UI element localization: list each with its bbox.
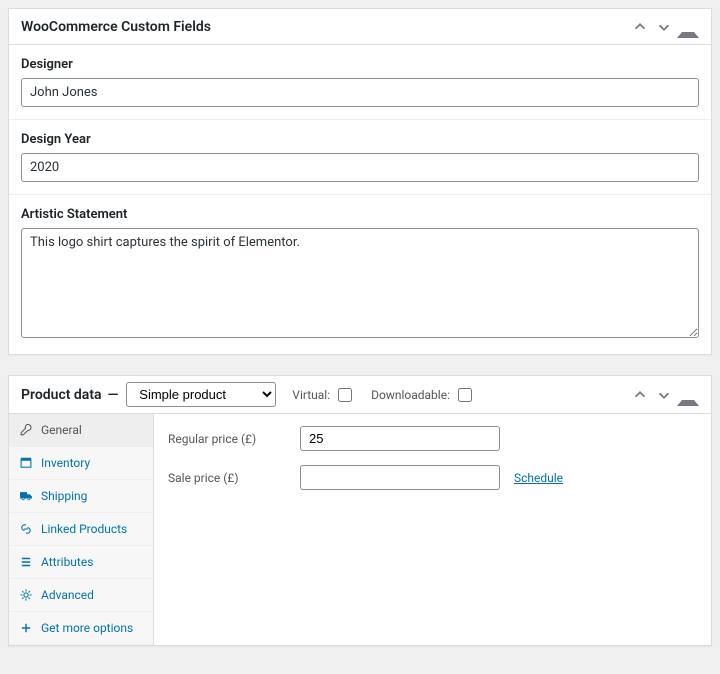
regular-price-row: Regular price (£)	[168, 426, 697, 451]
virtual-label: Virtual:	[292, 388, 330, 402]
truck-icon	[19, 489, 33, 503]
virtual-checkbox-group[interactable]: Virtual:	[292, 385, 355, 405]
designer-input[interactable]	[21, 78, 699, 107]
product-data-title: Product data—	[21, 387, 118, 403]
toggle-panel-icon[interactable]	[677, 16, 699, 38]
artistic-statement-field: Artistic Statement	[9, 194, 711, 354]
tab-attributes[interactable]: Attributes	[9, 546, 153, 579]
regular-price-label: Regular price (£)	[168, 432, 286, 446]
sale-price-row: Sale price (£) Schedule	[168, 465, 697, 490]
design-year-field: Design Year	[9, 119, 711, 194]
downloadable-label: Downloadable:	[371, 388, 450, 402]
schedule-link[interactable]: Schedule	[514, 471, 563, 485]
product-data-header: Product data— Simple product Virtual: Do…	[9, 376, 711, 414]
downloadable-checkbox-group[interactable]: Downloadable:	[371, 385, 475, 405]
tab-advanced[interactable]: Advanced	[9, 579, 153, 612]
designer-label: Designer	[21, 57, 699, 72]
artistic-statement-label: Artistic Statement	[21, 207, 699, 222]
gear-icon	[19, 588, 33, 602]
virtual-checkbox[interactable]	[338, 388, 352, 402]
tab-general[interactable]: General	[9, 414, 153, 447]
product-data-panel: Product data— Simple product Virtual: Do…	[8, 375, 712, 646]
sale-price-label: Sale price (£)	[168, 471, 286, 485]
custom-fields-title: WooCommerce Custom Fields	[21, 11, 211, 43]
wrench-icon	[19, 423, 33, 437]
product-data-body: General Inventory Shipping Linked Produc…	[9, 414, 711, 645]
product-data-tabs: General Inventory Shipping Linked Produc…	[9, 414, 154, 645]
tab-get-more-options[interactable]: Get more options	[9, 612, 153, 645]
custom-fields-panel: WooCommerce Custom Fields Designer Desig…	[8, 8, 712, 355]
downloadable-checkbox[interactable]	[458, 388, 472, 402]
tab-linked-products[interactable]: Linked Products	[9, 513, 153, 546]
list-icon	[19, 555, 33, 569]
regular-price-input[interactable]	[300, 426, 500, 451]
plus-icon	[19, 621, 33, 635]
general-panel: Regular price (£) Sale price (£) Schedul…	[154, 414, 711, 645]
move-down-icon[interactable]	[653, 16, 675, 38]
design-year-input[interactable]	[21, 153, 699, 182]
link-icon	[19, 522, 33, 536]
toggle-panel-icon[interactable]	[677, 384, 699, 406]
panel-handle-actions	[629, 16, 699, 38]
product-type-select[interactable]: Simple product	[126, 382, 276, 407]
design-year-label: Design Year	[21, 132, 699, 147]
custom-fields-header: WooCommerce Custom Fields	[9, 9, 711, 45]
inventory-icon	[19, 456, 33, 470]
move-down-icon[interactable]	[653, 384, 675, 406]
tab-shipping[interactable]: Shipping	[9, 480, 153, 513]
panel-handle-actions	[629, 384, 699, 406]
move-up-icon[interactable]	[629, 384, 651, 406]
designer-field: Designer	[9, 45, 711, 119]
artistic-statement-input[interactable]	[21, 228, 699, 338]
custom-fields-body: Designer Design Year Artistic Statement	[9, 45, 711, 354]
sale-price-input[interactable]	[300, 465, 500, 490]
move-up-icon[interactable]	[629, 16, 651, 38]
tab-inventory[interactable]: Inventory	[9, 447, 153, 480]
